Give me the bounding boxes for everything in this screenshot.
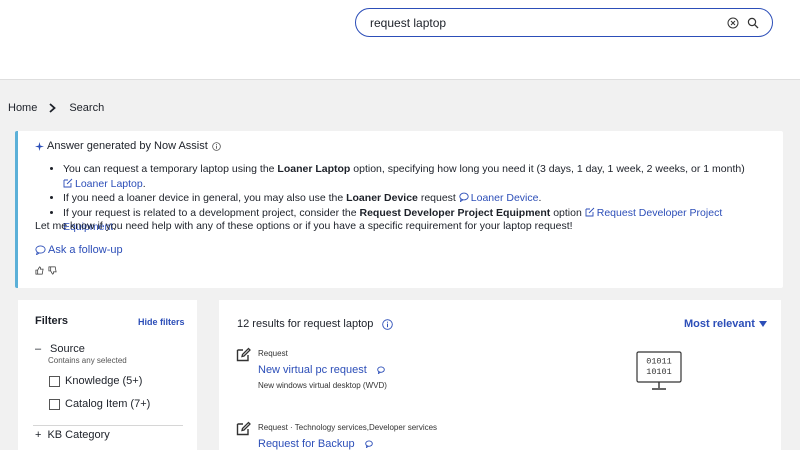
sort-dropdown[interactable]: Most relevant: [684, 318, 767, 330]
clear-search-icon[interactable]: [727, 17, 739, 29]
checkbox-icon[interactable]: [49, 398, 60, 410]
kb-category-filter-toggle[interactable]: + KB Category: [35, 429, 110, 441]
results-count: 12 results for request laptop: [237, 318, 394, 330]
top-bar: [0, 0, 800, 80]
info-icon[interactable]: [382, 318, 394, 330]
chat-bubble-icon: [377, 366, 385, 374]
assist-bullet: If you need a loaner device in general, …: [63, 191, 773, 206]
hide-filters-button[interactable]: Hide filters: [138, 317, 185, 327]
divider: [33, 425, 183, 426]
now-assist-answer-card: Answer generated by Now Assist You can r…: [15, 131, 783, 288]
assist-header-text: Answer generated by Now Assist: [47, 140, 208, 152]
assist-closing-text: Let me know if you need help with any of…: [35, 220, 573, 232]
computer-binary-icon: 01011 10101: [636, 351, 682, 390]
knowledge-checkbox[interactable]: Knowledge (5+): [49, 375, 142, 387]
results-panel: 12 results for request laptop Most relev…: [219, 300, 781, 450]
edit-icon: [236, 347, 251, 362]
result-description: New windows virtual desktop (WVD): [258, 381, 387, 390]
loaner-device-link[interactable]: Loaner Device: [459, 192, 538, 204]
result-title-link[interactable]: New virtual pc request: [258, 364, 385, 376]
chat-bubble-icon: [364, 440, 373, 448]
info-icon[interactable]: [212, 141, 221, 151]
assist-header: Answer generated by Now Assist: [35, 140, 221, 152]
thumbs-up-icon[interactable]: [35, 266, 44, 275]
source-filter-toggle[interactable]: – Source: [35, 343, 85, 355]
search-box[interactable]: [355, 8, 773, 37]
result-item: Request · Technology services,Developer …: [236, 421, 656, 450]
source-label: Source: [50, 343, 85, 355]
result-item: Request New virtual pc request New windo…: [236, 347, 656, 397]
filters-title: Filters: [35, 315, 69, 327]
edit-icon: [63, 178, 73, 187]
filters-panel: Filters Hide filters – Source Contains a…: [18, 300, 197, 450]
result-type: Request: [258, 349, 288, 358]
loaner-laptop-link[interactable]: Loaner Laptop: [63, 178, 143, 190]
edit-icon: [585, 207, 595, 216]
collapse-icon: –: [35, 343, 42, 355]
chat-bubble-icon: [35, 245, 46, 255]
result-type: Request · Technology services,Developer …: [258, 423, 438, 432]
edit-icon: [236, 421, 251, 436]
catalog-item-checkbox[interactable]: Catalog Item (7+): [49, 398, 150, 410]
caret-down-icon: [758, 321, 767, 327]
assist-bullet: You can request a temporary laptop using…: [63, 162, 773, 191]
search-input[interactable]: [370, 14, 710, 32]
checkbox-icon[interactable]: [49, 375, 60, 387]
thumbs-down-icon[interactable]: [48, 266, 57, 275]
source-hint: Contains any selected: [48, 356, 127, 365]
svg-text:10101: 10101: [646, 367, 672, 377]
sparkle-icon: [35, 141, 44, 151]
expand-icon: +: [35, 429, 42, 441]
breadcrumb: Home Search: [8, 102, 104, 114]
chat-bubble-icon: [459, 192, 469, 203]
feedback-buttons: [35, 266, 61, 275]
ask-follow-up-link[interactable]: Ask a follow-up: [35, 244, 123, 256]
svg-text:01011: 01011: [646, 357, 672, 367]
search-icon[interactable]: [747, 17, 759, 29]
result-title-link[interactable]: Request for Backup: [258, 438, 373, 450]
breadcrumb-current: Search: [69, 102, 105, 114]
breadcrumb-home[interactable]: Home: [8, 102, 37, 114]
chevron-right-icon: [49, 103, 57, 113]
